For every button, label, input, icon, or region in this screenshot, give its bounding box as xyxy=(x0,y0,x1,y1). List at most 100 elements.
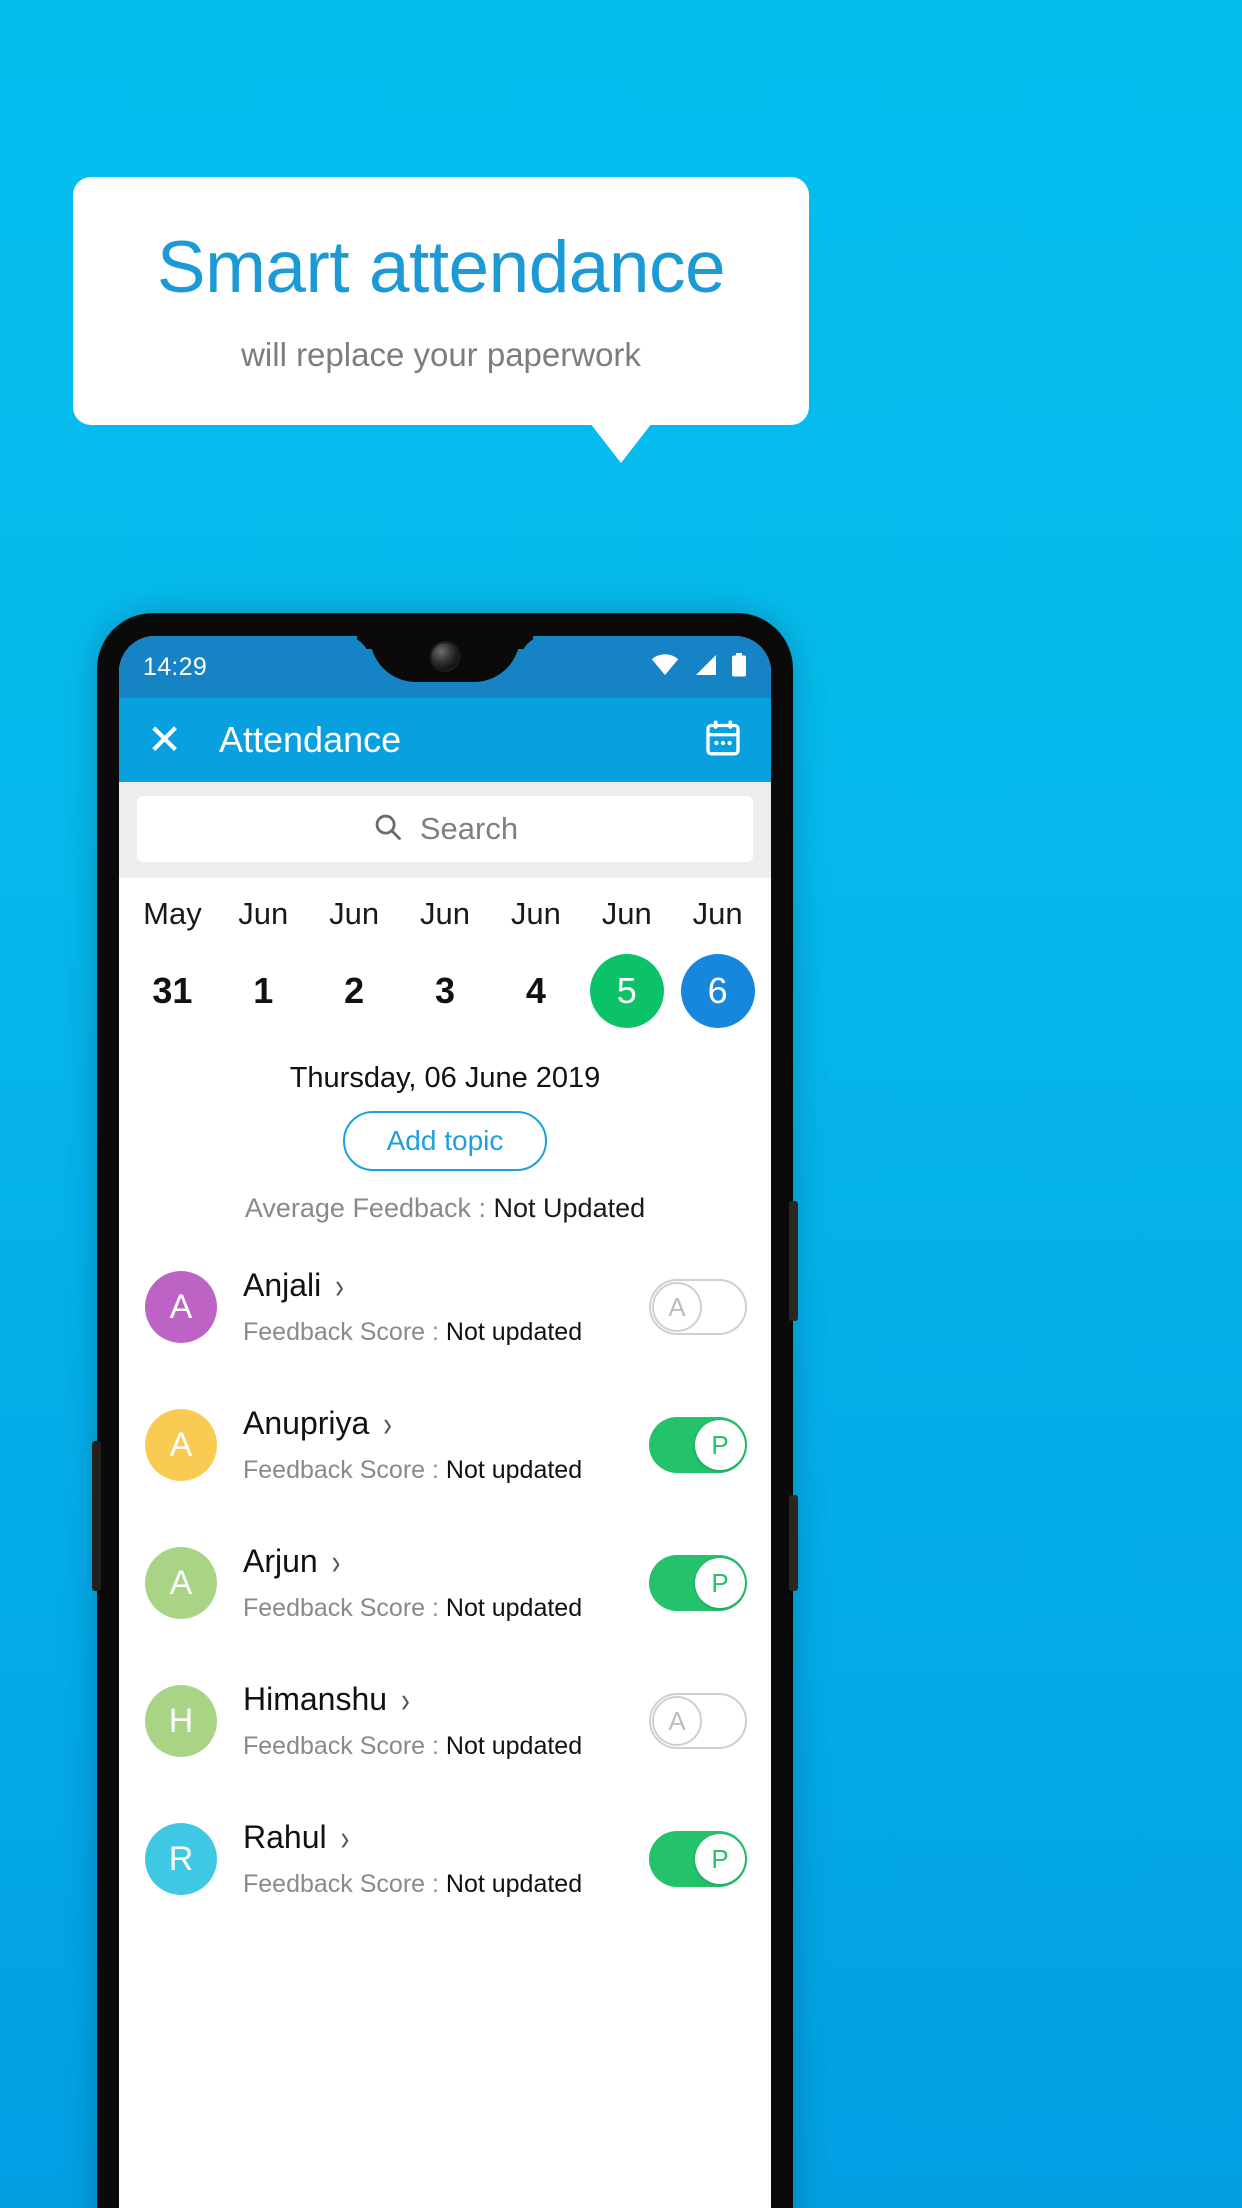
add-topic-row: Add topic xyxy=(119,1111,771,1171)
search-section: Search xyxy=(119,782,771,878)
promo-title: Smart attendance xyxy=(156,227,726,308)
student-name-line: Rahul › xyxy=(243,1819,649,1856)
volume-button[interactable] xyxy=(789,1201,798,1321)
table-row[interactable]: A Anupriya › Feedback Score : Not update… xyxy=(119,1376,771,1514)
avatar: A xyxy=(145,1409,217,1481)
student-name: Himanshu xyxy=(243,1681,388,1717)
attendance-toggle[interactable]: A xyxy=(649,1279,747,1335)
avatar: R xyxy=(145,1823,217,1895)
date-month: Jun xyxy=(238,896,289,931)
date-cell[interactable]: Jun 3 xyxy=(400,896,491,1028)
student-score: Feedback Score : Not updated xyxy=(243,1456,649,1485)
date-number-today: 5 xyxy=(589,954,664,1028)
chevron-right-icon[interactable]: › xyxy=(332,1544,341,1579)
power-button[interactable] xyxy=(789,1495,798,1591)
table-row[interactable]: R Rahul › Feedback Score : Not updated P xyxy=(119,1790,771,1928)
attendance-toggle-knob: P xyxy=(695,1558,745,1608)
assistant-button[interactable] xyxy=(92,1441,101,1591)
date-month: Jun xyxy=(329,896,380,931)
add-topic-button[interactable]: Add topic xyxy=(342,1111,548,1171)
date-month: Jun xyxy=(601,896,652,931)
app-bar: ✕ Attendance xyxy=(119,698,771,782)
front-camera xyxy=(431,643,459,670)
date-strip: May 31 Jun 1 Jun 2 Jun 3 Jun 4 Jun 5 Jun… xyxy=(119,878,771,1032)
date-number: 4 xyxy=(525,970,546,1011)
calendar-icon[interactable] xyxy=(703,718,743,763)
date-cell[interactable]: Jun 5 xyxy=(581,896,672,1028)
date-month: May xyxy=(143,896,202,931)
student-score: Feedback Score : Not updated xyxy=(243,1318,649,1347)
date-number: 31 xyxy=(152,970,193,1011)
date-number: 1 xyxy=(253,970,274,1011)
attendance-toggle[interactable]: P xyxy=(649,1555,747,1611)
search-icon xyxy=(372,811,404,848)
avatar: A xyxy=(145,1271,217,1343)
attendance-toggle[interactable]: P xyxy=(649,1417,747,1473)
student-name: Anjali xyxy=(243,1267,322,1303)
student-score-value: Not updated xyxy=(445,1870,583,1898)
student-score: Feedback Score : Not updated xyxy=(243,1732,649,1761)
search-input[interactable]: Search xyxy=(137,796,753,862)
average-feedback-label: Average Feedback : xyxy=(244,1193,494,1223)
chevron-right-icon[interactable]: › xyxy=(341,1820,350,1855)
average-feedback-value: Not Updated xyxy=(493,1193,646,1223)
chevron-right-icon[interactable]: › xyxy=(401,1682,410,1717)
date-cell[interactable]: Jun 6 xyxy=(672,896,763,1028)
student-score-label: Feedback Score : xyxy=(243,1732,446,1760)
student-score-value: Not updated xyxy=(445,1318,583,1346)
average-feedback: Average Feedback : Not Updated xyxy=(119,1193,771,1224)
page-title: Attendance xyxy=(219,719,402,760)
date-month: Jun xyxy=(420,896,470,931)
student-score-label: Feedback Score : xyxy=(243,1318,446,1346)
selected-day-label: Thursday, 06 June 2019 xyxy=(289,1062,601,1094)
student-name-line: Himanshu › xyxy=(243,1681,649,1718)
student-info: Anupriya › Feedback Score : Not updated xyxy=(243,1405,649,1485)
chevron-right-icon[interactable]: › xyxy=(335,1268,344,1303)
status-bar: 14:29 xyxy=(119,636,771,698)
battery-icon xyxy=(731,652,747,682)
student-name: Rahul xyxy=(243,1819,327,1855)
attendance-toggle-knob: P xyxy=(695,1834,745,1884)
student-score-value: Not updated xyxy=(445,1456,583,1484)
attendance-toggle[interactable]: A xyxy=(649,1693,747,1749)
camera-notch xyxy=(370,636,520,682)
date-month: Jun xyxy=(510,896,561,931)
date-cell[interactable]: May 31 xyxy=(127,896,218,1028)
date-cell[interactable]: Jun 4 xyxy=(490,896,581,1028)
table-row[interactable]: A Anjali › Feedback Score : Not updated … xyxy=(119,1238,771,1376)
promo-subtitle: will replace your paperwork xyxy=(241,336,641,373)
student-info: Arjun › Feedback Score : Not updated xyxy=(243,1543,649,1623)
student-info: Himanshu › Feedback Score : Not updated xyxy=(243,1681,649,1761)
signal-icon xyxy=(693,654,717,681)
promo-screenshot: Smart attendance will replace your paper… xyxy=(0,0,1242,2208)
student-score-label: Feedback Score : xyxy=(243,1594,446,1622)
student-info: Rahul › Feedback Score : Not updated xyxy=(243,1819,649,1899)
status-icons xyxy=(651,652,747,682)
table-row[interactable]: A Arjun › Feedback Score : Not updated P xyxy=(119,1514,771,1652)
student-score: Feedback Score : Not updated xyxy=(243,1594,649,1623)
attendance-toggle-knob: A xyxy=(652,1282,702,1332)
student-name-line: Anjali › xyxy=(243,1267,649,1304)
student-name: Anupriya xyxy=(243,1405,370,1441)
student-score-value: Not updated xyxy=(445,1732,583,1760)
avatar: H xyxy=(145,1685,217,1757)
attendance-toggle-knob: P xyxy=(695,1420,745,1470)
student-list: A Anjali › Feedback Score : Not updated … xyxy=(119,1238,771,1928)
student-score: Feedback Score : Not updated xyxy=(243,1870,649,1899)
date-cell[interactable]: Jun 2 xyxy=(309,896,400,1028)
date-number: 2 xyxy=(344,970,365,1011)
student-name: Arjun xyxy=(243,1543,318,1579)
close-icon[interactable]: ✕ xyxy=(147,719,193,761)
date-month: Jun xyxy=(692,896,743,931)
phone-screen: 14:29 ✕ Attendance Search May 31 Jun 1 J… xyxy=(119,636,771,2208)
student-score-value: Not updated xyxy=(445,1594,583,1622)
date-cell[interactable]: Jun 1 xyxy=(218,896,309,1028)
attendance-toggle[interactable]: P xyxy=(649,1831,747,1887)
avatar: A xyxy=(145,1547,217,1619)
student-info: Anjali › Feedback Score : Not updated xyxy=(243,1267,649,1347)
phone-mockup: 14:29 ✕ Attendance Search May 31 Jun 1 J… xyxy=(92,613,798,2208)
chevron-right-icon[interactable]: › xyxy=(383,1406,392,1441)
search-placeholder: Search xyxy=(419,811,519,846)
table-row[interactable]: H Himanshu › Feedback Score : Not update… xyxy=(119,1652,771,1790)
wifi-icon xyxy=(651,653,679,681)
